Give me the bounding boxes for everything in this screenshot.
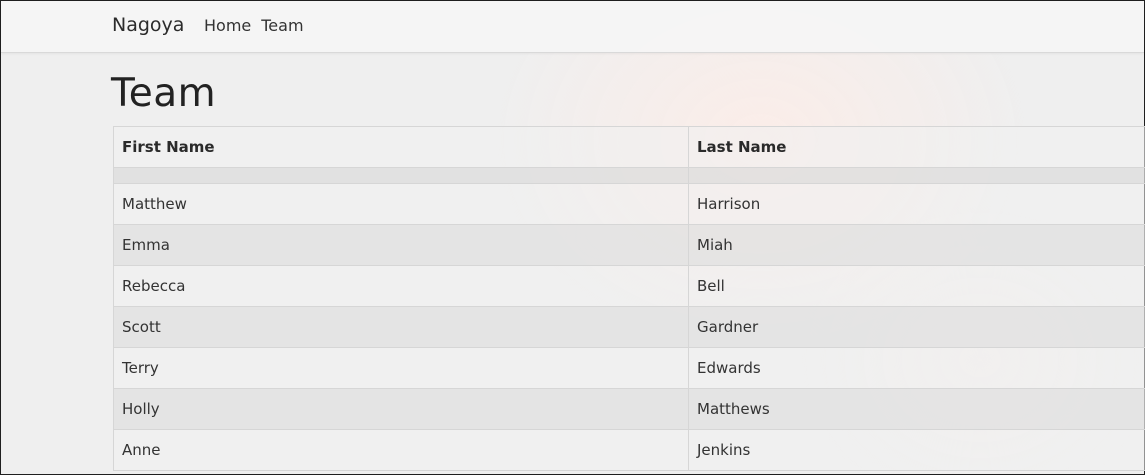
- last-name-cell: Gardner: [688, 306, 1145, 348]
- last-name-cell: Miah: [688, 224, 1145, 266]
- nav-links: Home Team: [204, 16, 304, 35]
- last-name-cell: Bell: [688, 265, 1145, 307]
- first-name-cell: Rebecca: [113, 265, 689, 307]
- last-name-cell: Harrison: [688, 183, 1145, 225]
- nav-link-team[interactable]: Team: [261, 16, 303, 35]
- column-header-first-name: First Name: [113, 126, 689, 168]
- last-name-cell: Edwards: [688, 347, 1145, 389]
- first-name-cell: Anne: [113, 429, 689, 471]
- last-name-cell: Matthews: [688, 388, 1145, 430]
- nav-link-home[interactable]: Home: [204, 16, 251, 35]
- first-name-cell: Scott: [113, 306, 689, 348]
- table-row: Rebecca Bell: [113, 265, 1145, 307]
- spacer-cell: [113, 167, 689, 184]
- navbar: Nagoya Home Team: [1, 1, 1144, 53]
- first-name-cell: Holly: [113, 388, 689, 430]
- last-name-cell: Jenkins: [688, 429, 1145, 471]
- table-header-row: First Name Last Name: [113, 126, 1145, 168]
- table-row: Holly Matthews: [113, 388, 1145, 430]
- first-name-cell: Matthew: [113, 183, 689, 225]
- brand-link[interactable]: Nagoya: [112, 14, 184, 36]
- first-name-cell: Emma: [113, 224, 689, 266]
- first-name-cell: Terry: [113, 347, 689, 389]
- team-table: First Name Last Name Matthew Harrison Em…: [113, 126, 1145, 471]
- spacer-cell: [688, 167, 1145, 184]
- page-title: Team: [111, 71, 217, 116]
- table-row: Matthew Harrison: [113, 183, 1145, 225]
- table-row: Terry Edwards: [113, 347, 1145, 389]
- table-spacer-row: [113, 167, 1145, 184]
- table-row: Scott Gardner: [113, 306, 1145, 348]
- column-header-last-name: Last Name: [688, 126, 1145, 168]
- table-row: Anne Jenkins: [113, 429, 1145, 471]
- table-row: Emma Miah: [113, 224, 1145, 266]
